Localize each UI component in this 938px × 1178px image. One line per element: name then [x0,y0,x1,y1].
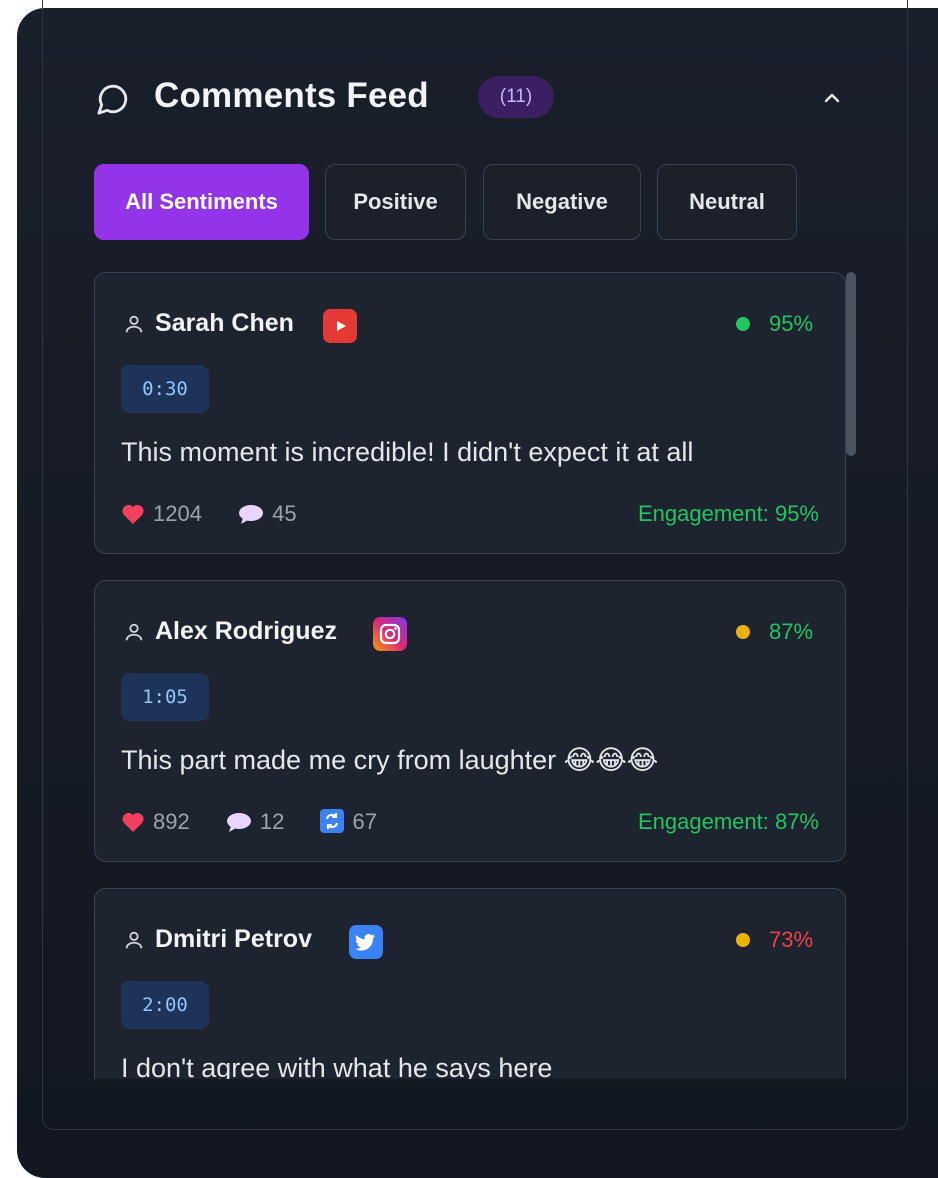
filter-all-sentiments[interactable]: All Sentiments [94,164,309,240]
instagram-icon [373,617,407,651]
filter-neutral[interactable]: Neutral [657,164,797,240]
comment-author: Dmitri Petrov [155,925,312,953]
repeat-icon [320,809,345,833]
user-icon [125,315,143,333]
comments-header: Comments Feed (11) [96,72,856,124]
sentiment-dot [736,933,750,947]
shares-count: 67 [352,809,377,834]
scrollbar-thumb[interactable] [846,272,856,456]
comment-text: This part made me cry from laughter 😂😂😂 [121,745,659,775]
comment-author: Alex Rodriguez [155,617,337,645]
likes-stat: 1204 [121,501,202,527]
comment-card: Dmitri Petrov 73% 2:00 I don't agree wit… [94,888,846,1079]
page-title: Comments Feed [154,76,429,115]
filter-negative[interactable]: Negative [483,164,641,240]
sentiment-score: 73% [769,927,814,952]
likes-stat: 892 [121,809,190,835]
replies-stat: 12 [226,809,284,835]
engagement-score: Engagement: 87% [637,809,819,834]
comment-stats: 892 12 67 [121,809,407,839]
comments-list[interactable]: Sarah Chen 95% 0:30 This moment is incre… [94,272,864,1079]
replies-stat: 45 [238,501,297,527]
timestamp-chip[interactable]: 0:30 [121,365,209,413]
sentiment-dot [736,317,750,331]
chevron-up-icon[interactable] [820,86,844,110]
likes-count: 1204 [153,501,202,526]
comment-stats: 1204 45 [121,501,327,531]
user-icon [125,931,143,949]
engagement-score: Engagement: 95% [637,501,819,526]
speech-bubble-icon [226,813,251,832]
comment-text: I don't agree with what he says here [121,1053,553,1079]
twitter-icon [349,925,383,959]
sentiment-score: 87% [769,619,814,644]
timestamp-chip[interactable]: 1:05 [121,673,209,721]
heart-icon [122,812,144,832]
speech-bubble-icon [239,505,264,524]
comment-card: Sarah Chen 95% 0:30 This moment is incre… [94,272,846,554]
user-icon [125,623,143,641]
replies-count: 45 [272,501,297,526]
sentiment-dot [736,625,750,639]
shares-stat: 67 [320,809,377,835]
replies-count: 12 [259,809,285,834]
comment-count-badge: (11) [478,76,554,118]
timestamp-chip[interactable]: 2:00 [121,981,209,1029]
youtube-icon [323,309,357,343]
chat-bubble-icon [97,84,128,115]
heart-icon [122,504,144,524]
comment-author: Sarah Chen [155,309,294,337]
comment-text: This moment is incredible! I didn't expe… [121,437,694,467]
likes-count: 892 [153,809,190,834]
filter-positive[interactable]: Positive [325,164,466,240]
comment-card: Alex Rodriguez 87% 1:05 This part made m… [94,580,846,862]
sentiment-score: 95% [769,311,814,336]
